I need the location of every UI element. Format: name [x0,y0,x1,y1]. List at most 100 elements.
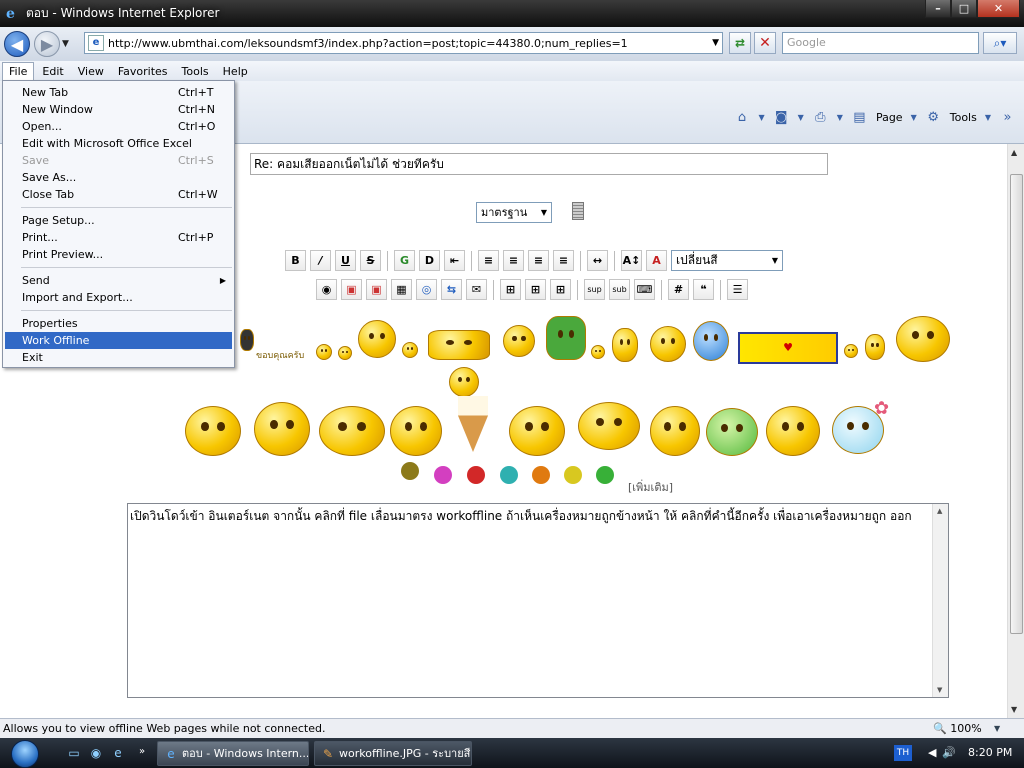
teletype-button[interactable]: ⌨ [634,279,655,300]
smiley-icon[interactable] [865,334,885,360]
menu-item-close-tab[interactable]: Close Tab Ctrl+W [3,186,234,203]
glow-button[interactable]: G [394,250,415,271]
start-button[interactable] [3,738,45,768]
refresh-button[interactable]: ⇄ [729,32,751,54]
align-center-alt-button[interactable]: ≡ [528,250,549,271]
zoom-level[interactable]: 🔍 100% [933,719,982,738]
message-icon-select[interactable]: มาตรฐาน [476,202,552,223]
mini-smiley-icon[interactable] [564,466,582,484]
smiley-icon[interactable] [316,344,332,360]
superscript-button[interactable]: sup [584,279,605,300]
smiley-icon[interactable] [390,406,442,456]
menu-help[interactable]: Help [217,63,254,80]
table-button[interactable]: ⊞ [500,279,521,300]
mini-smiley-icon[interactable] [434,466,452,484]
page-menu-button[interactable]: Page [876,111,903,124]
align-left-button[interactable]: ≡ [478,250,499,271]
italic-button[interactable]: / [310,250,331,271]
menu-item-send[interactable]: Send ▶ [3,272,234,289]
menu-item-properties[interactable]: Properties [3,315,234,332]
smiley-icon[interactable] [650,406,700,456]
color-select[interactable]: เปลี่ยนสี [671,250,783,271]
marquee-button[interactable]: ⇤ [444,250,465,271]
smiley-icon[interactable] [612,328,638,362]
home-dropdown-icon[interactable]: ▼ [758,113,764,122]
feeds-icon[interactable]: ◙ [773,109,790,126]
scroll-down-icon[interactable]: ▼ [1011,705,1017,714]
search-input[interactable]: Google [782,32,979,54]
tools-dropdown-icon[interactable]: ▼ [985,113,991,122]
address-field[interactable]: e http://www.ubmthai.com/leksoundsmf3/in… [84,32,723,54]
menu-item-page-setup[interactable]: Page Setup... [3,212,234,229]
thanks-smiley-label[interactable]: ขอบคุณครับ [256,348,304,362]
strikethrough-button[interactable]: S [360,250,381,271]
bold-button[interactable]: B [285,250,306,271]
feeds-dropdown-icon[interactable]: ▼ [798,113,804,122]
hyperlink-button[interactable]: ◎ [416,279,437,300]
menu-item-print[interactable]: Print... Ctrl+P [3,229,234,246]
table-column-button[interactable]: ⊞ [550,279,571,300]
menu-file[interactable]: File [2,62,35,80]
scroll-down-icon[interactable]: ▼ [937,686,942,694]
maximize-button[interactable]: □ [951,0,977,18]
print-icon[interactable]: ⎙ [812,109,829,126]
email-button[interactable]: ✉ [466,279,487,300]
menu-item-import-export[interactable]: Import and Export... [3,289,234,306]
flash-button[interactable]: ◉ [316,279,337,300]
shadow-button[interactable]: D [419,250,440,271]
align-center-button[interactable]: ≡ [503,250,524,271]
font-size-button[interactable]: A↕ [621,250,642,271]
smiley-icon[interactable] [591,345,605,359]
menu-item-work-offline[interactable]: Work Offline [5,332,232,349]
zoom-dropdown-icon[interactable]: ▼ [994,719,1000,738]
menu-favorites[interactable]: Favorites [112,63,174,80]
horizontal-rule-button[interactable]: ↔ [587,250,608,271]
quicklaunch-more-icon[interactable]: » [134,746,150,762]
mini-smiley-icon[interactable] [596,466,614,484]
smiley-icon[interactable] [896,316,950,362]
volume-icon[interactable]: 🔊 [942,746,956,759]
mini-smiley-icon[interactable] [467,466,485,484]
media-player-icon[interactable]: ◉ [88,746,104,762]
smiley-icon[interactable] [319,406,385,456]
menu-item-exit[interactable]: Exit [3,349,234,366]
align-right-button[interactable]: ≡ [553,250,574,271]
smiley-icon[interactable] [428,330,490,360]
menu-view[interactable]: View [72,63,110,80]
print-dropdown-icon[interactable]: ▼ [837,113,843,122]
ie-quicklaunch-icon[interactable]: e [110,746,126,762]
smiley-icon[interactable] [338,346,352,360]
menu-edit[interactable]: Edit [36,63,69,80]
heart-banner-icon[interactable]: ♥ [738,332,838,364]
smiley-icon[interactable] [546,316,586,360]
minimize-button[interactable]: – [925,0,951,18]
list-button[interactable]: ☰ [727,279,748,300]
menu-item-new-window[interactable]: New Window Ctrl+N [3,101,234,118]
quote-button[interactable]: ❝ [693,279,714,300]
mini-smiley-icon[interactable] [401,462,419,480]
page-dropdown-icon[interactable]: ▼ [911,113,917,122]
smiley-icon[interactable] [693,321,729,361]
ftp-link-button[interactable]: ⇆ [441,279,462,300]
smiley-icon[interactable] [503,325,535,357]
smiley-icon[interactable] [766,406,820,456]
close-button[interactable]: ✕ [977,0,1020,18]
menu-item-print-preview[interactable]: Print Preview... [3,246,234,263]
smiley-icon[interactable] [509,406,565,456]
mini-smiley-icon[interactable] [532,466,550,484]
back-button[interactable]: ◀ [4,31,30,57]
smiley-icon[interactable] [650,326,686,362]
more-smileys-link[interactable]: [เพิ่มเติม] [628,478,673,496]
tools-menu-button[interactable]: Tools [950,111,977,124]
smiley-icon[interactable] [254,402,310,456]
taskbar-item-paint[interactable]: ✎ workoffline.JPG - ระบายสี [314,741,472,766]
address-dropdown-icon[interactable]: ▼ [712,38,719,48]
menu-item-new-tab[interactable]: New Tab Ctrl+T [3,84,234,101]
smiley-icon[interactable] [358,320,396,358]
search-button[interactable]: ⌕▾ [983,32,1017,54]
tray-arrow-icon[interactable]: ◀ [928,746,936,759]
mini-smiley-icon[interactable] [500,466,518,484]
font-color-button[interactable]: A [646,250,667,271]
recent-pages-dropdown-icon[interactable]: ▼ [62,39,69,49]
insert-picture-button[interactable]: ▦ [391,279,412,300]
